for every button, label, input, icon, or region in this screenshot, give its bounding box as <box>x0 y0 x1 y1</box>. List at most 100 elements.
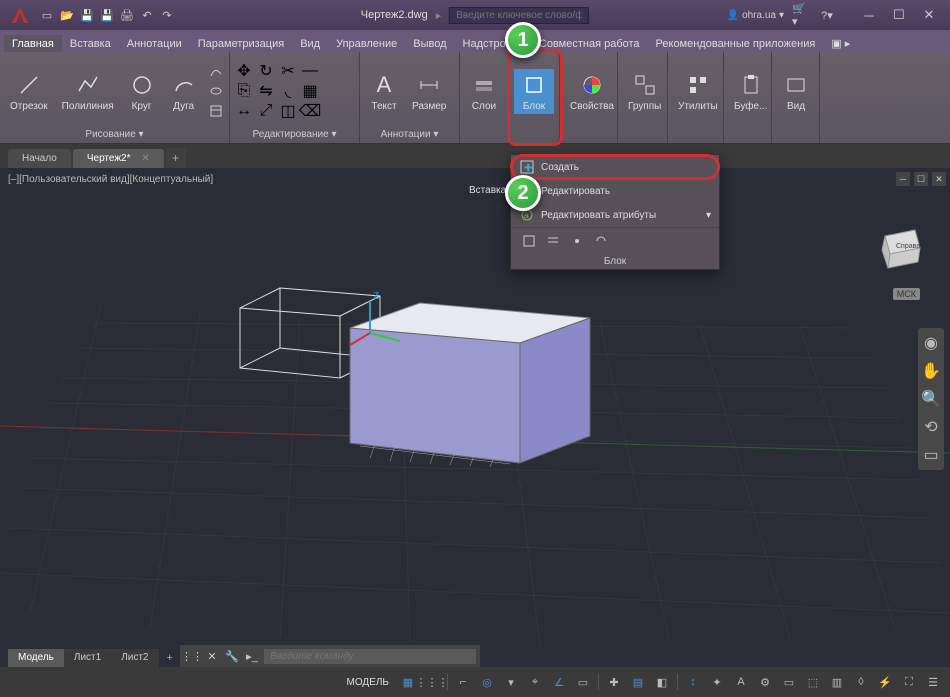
block-edit-item[interactable]: Редактировать <box>511 179 719 203</box>
tool-block[interactable]: Блок <box>514 69 554 114</box>
status-isolate-icon[interactable]: ◊ <box>850 671 872 693</box>
tool-copy-icon[interactable]: ⎘ <box>234 82 254 100</box>
status-annotation-monitor-icon[interactable]: ▭ <box>778 671 800 693</box>
share-icon[interactable]: 🛒▾ <box>792 6 810 24</box>
status-gizmo-icon[interactable]: ✦ <box>706 671 728 693</box>
tool-arc[interactable]: Дуга <box>164 69 204 114</box>
layout-tab-sheet1[interactable]: Лист1 <box>64 649 111 667</box>
qat-new-icon[interactable]: ▭ <box>38 6 56 24</box>
status-snap-icon[interactable]: ⋮⋮⋮ <box>421 671 443 693</box>
block-attr-manage-icon[interactable] <box>543 232 563 250</box>
menu-collab[interactable]: Совместная работа <box>531 35 648 52</box>
menu-featured[interactable]: Рекомендованные приложения <box>648 35 824 52</box>
nav-pan-icon[interactable]: ✋ <box>920 360 942 382</box>
menu-more[interactable]: ▣ ▸ <box>823 34 858 52</box>
menu-annotate[interactable]: Аннотации <box>119 35 190 52</box>
panel-annotation-label[interactable]: Аннотации ▾ <box>364 128 455 141</box>
nav-showmotion-icon[interactable]: ▭ <box>920 444 942 466</box>
layout-tab-model[interactable]: Модель <box>8 649 64 667</box>
tool-array-icon[interactable]: ▦ <box>300 82 320 100</box>
tool-extend-icon[interactable]: — <box>300 62 320 80</box>
status-selection-cycling-icon[interactable]: ↕ <box>682 671 704 693</box>
panel-draw-label[interactable]: Рисование ▾ <box>4 128 225 141</box>
status-cleanscreen-icon[interactable]: ⛶ <box>898 671 920 693</box>
user-account-button[interactable]: 👤 ohra.ua ▾ <box>727 10 784 21</box>
cmd-handle-icon[interactable]: ⋮⋮ <box>184 648 200 664</box>
menu-insert[interactable]: Вставка <box>62 35 119 52</box>
status-dyninput-icon[interactable]: ✚ <box>603 671 625 693</box>
tool-fillet-icon[interactable]: ◟ <box>278 82 298 100</box>
help-icon[interactable]: ?▾ <box>818 6 836 24</box>
layout-tab-add[interactable]: + <box>159 649 181 667</box>
tool-dimension[interactable]: Размер <box>406 69 452 114</box>
nav-orbit-icon[interactable]: ⟲ <box>920 416 942 438</box>
block-create-item[interactable]: ✚ Создать <box>511 155 719 179</box>
qat-saveas-icon[interactable]: 💾 <box>98 6 116 24</box>
status-osnap-icon[interactable]: ⌖ <box>524 671 546 693</box>
cmd-close-icon[interactable]: ✕ <box>204 648 220 664</box>
status-quickproperties-icon[interactable]: ▥ <box>826 671 848 693</box>
block-base-icon[interactable] <box>567 232 587 250</box>
menu-manage[interactable]: Управление <box>328 35 405 52</box>
qat-save-icon[interactable]: 💾 <box>78 6 96 24</box>
qat-plot-icon[interactable]: 🖨 <box>118 6 136 24</box>
viewcube-wcs-label[interactable]: МСК <box>893 288 920 300</box>
tool-stretch-icon[interactable]: ↔ <box>234 102 254 120</box>
tool-mirror-icon[interactable]: ⇋ <box>256 82 276 100</box>
status-ortho-icon[interactable]: ⌐ <box>452 671 474 693</box>
vp-minimize-icon[interactable]: ─ <box>896 172 910 186</box>
status-workspace-icon[interactable]: ⚙ <box>754 671 776 693</box>
tool-polyline[interactable]: Полилиния <box>56 69 120 114</box>
menu-output[interactable]: Вывод <box>405 35 454 52</box>
maximize-button[interactable]: ☐ <box>884 4 914 26</box>
tool-scale-icon[interactable]: ⤢ <box>256 102 276 120</box>
tool-circle[interactable]: Круг <box>122 69 162 114</box>
status-units-icon[interactable]: ⬚ <box>802 671 824 693</box>
close-button[interactable]: ✕ <box>914 4 944 26</box>
tool-move-icon[interactable]: ✥ <box>234 62 254 80</box>
drawing-tab-start[interactable]: Начало <box>8 149 71 168</box>
tab-close-icon[interactable]: ✕ <box>141 153 149 164</box>
tool-properties[interactable]: Свойства <box>564 69 620 114</box>
tool-spline-icon[interactable] <box>206 62 226 80</box>
viewcube[interactable]: Справа <box>870 218 930 278</box>
tool-line[interactable]: Отрезок <box>4 69 54 114</box>
tool-trim-icon[interactable]: ✂ <box>278 62 298 80</box>
tool-text[interactable]: A Текст <box>364 69 404 114</box>
3d-canvas[interactable]: Z <box>0 168 950 667</box>
command-input[interactable] <box>264 649 476 664</box>
vp-close-icon[interactable]: ✕ <box>932 172 946 186</box>
tool-ellipse-icon[interactable] <box>206 82 226 100</box>
cmd-recent-icon[interactable]: 🔧 <box>224 648 240 664</box>
menu-home[interactable]: Главная <box>4 35 62 52</box>
panel-modify-label[interactable]: Редактирование ▾ <box>234 128 355 141</box>
menu-parametric[interactable]: Параметризация <box>190 35 292 52</box>
tool-rotate-icon[interactable]: ↻ <box>256 62 276 80</box>
status-polar-icon[interactable]: ◎ <box>476 671 498 693</box>
block-sync-icon[interactable] <box>591 232 611 250</box>
status-3dosnap-icon[interactable]: ∠ <box>548 671 570 693</box>
layout-tab-sheet2[interactable]: Лист2 <box>111 649 158 667</box>
status-lwt-icon[interactable]: ▤ <box>627 671 649 693</box>
status-hwaccel-icon[interactable]: ⚡ <box>874 671 896 693</box>
viewport[interactable]: [–][Пользовательский вид][Концептуальный… <box>0 168 950 667</box>
status-model-label[interactable]: МОДЕЛЬ <box>341 677 395 688</box>
minimize-button[interactable]: ─ <box>854 4 884 26</box>
app-logo[interactable] <box>6 3 34 27</box>
status-customize-icon[interactable]: ☰ <box>922 671 944 693</box>
nav-wheel-icon[interactable]: ◉ <box>920 332 942 354</box>
block-edit-attrs-item[interactable]: a Редактировать атрибуты ▾ <box>511 203 719 227</box>
qat-open-icon[interactable]: 📂 <box>58 6 76 24</box>
menu-view[interactable]: Вид <box>292 35 328 52</box>
status-otrack-icon[interactable]: ▭ <box>572 671 594 693</box>
tool-groups[interactable]: Группы <box>622 69 667 114</box>
block-attr-define-icon[interactable] <box>519 232 539 250</box>
tool-offset-icon[interactable]: ◫ <box>278 102 298 120</box>
status-isodraft-icon[interactable]: ▾ <box>500 671 522 693</box>
tool-erase-icon[interactable]: ⌫ <box>300 102 320 120</box>
tool-view[interactable]: Вид <box>776 69 816 114</box>
tool-hatch-icon[interactable] <box>206 102 226 120</box>
tool-clipboard[interactable]: Буфе... <box>728 69 773 114</box>
help-search-input[interactable] <box>449 7 589 24</box>
status-annotation-scale-icon[interactable]: A <box>730 671 752 693</box>
